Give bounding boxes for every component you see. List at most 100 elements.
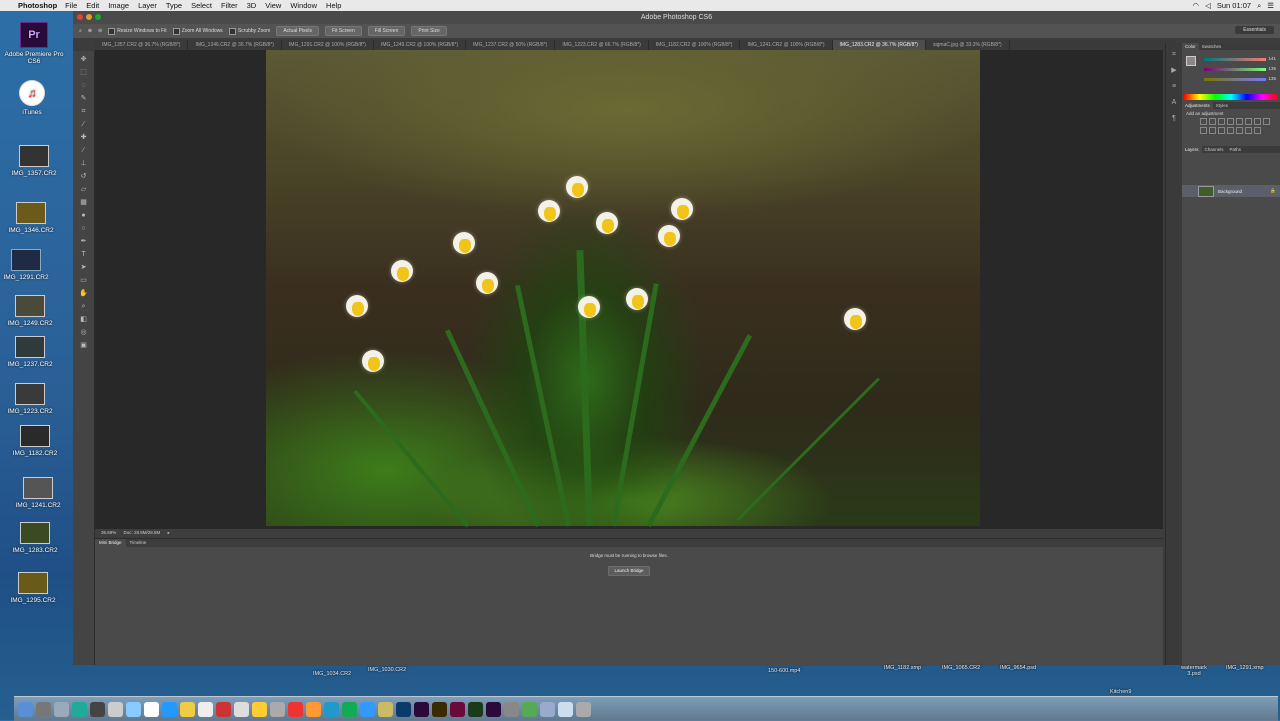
app-icon[interactable] <box>198 701 213 717</box>
zoom-all-checkbox[interactable] <box>172 27 180 35</box>
document-tab[interactable]: IMG_1357.CR2 @ 36.7% (RGB/8*) <box>95 40 189 50</box>
scrubby-zoom-option[interactable]: Scrubby Zoom <box>228 27 270 35</box>
zoom-in-icon[interactable]: ⊕ <box>88 28 92 34</box>
balance-icon[interactable] <box>1254 118 1261 125</box>
zoom-tool-icon[interactable]: ⌕ <box>79 28 82 34</box>
app-icon[interactable] <box>126 701 141 717</box>
desktop-file[interactable]: IMG_1030.CR2 <box>368 667 406 673</box>
mission-control-icon[interactable] <box>54 701 69 717</box>
history-icon[interactable]: ⌗ <box>1169 51 1179 59</box>
menu-filter[interactable]: Filter <box>221 0 238 11</box>
finder-icon[interactable] <box>18 701 33 717</box>
actual-pixels-button[interactable]: Actual Pixels <box>276 26 319 36</box>
desktop-icon-img1346[interactable]: IMG_1346.CR2 <box>1 202 61 234</box>
layer-row-background[interactable]: Background 🔒 <box>1182 185 1280 197</box>
desktop-icon-img1291[interactable]: IMG_1291.CR2 <box>0 249 56 281</box>
tab-layers[interactable]: Layers <box>1182 146 1202 153</box>
eyedropper-tool-icon[interactable]: ⁄ <box>78 120 90 129</box>
skype-icon[interactable] <box>360 701 375 717</box>
crop-tool-icon[interactable]: ⌗ <box>78 107 90 116</box>
desktop-icon-img1283[interactable]: IMG_1283.CR2 <box>5 522 65 554</box>
premiere-icon[interactable] <box>486 701 501 717</box>
wifi-icon[interactable]: ◠ <box>1193 0 1200 11</box>
desktop-icon-premiere[interactable]: Pr Adobe Premiere Pro CS6 <box>4 22 64 65</box>
document-tab[interactable]: IMG_1249.CR2 @ 100% (RGB/8*) <box>374 40 467 50</box>
selective-color-icon[interactable] <box>1254 127 1261 134</box>
path-select-tool-icon[interactable]: ➤ <box>78 263 90 272</box>
desktop-file[interactable]: IMG_9654.psd <box>1000 665 1036 671</box>
clock[interactable]: Sun 01:07 <box>1217 0 1251 11</box>
blur-tool-icon[interactable]: ● <box>78 211 90 220</box>
document-canvas-area[interactable] <box>95 50 1163 529</box>
app-icon[interactable] <box>540 701 555 717</box>
document-tab[interactable]: IMG_1346.CR2 @ 36.7% (RGB/8*) <box>188 40 282 50</box>
move-tool-icon[interactable]: ✥ <box>78 55 90 64</box>
fill-screen-button[interactable]: Fill Screen <box>367 26 406 36</box>
zoom-level[interactable]: 36.69% <box>101 530 116 535</box>
desktop-file[interactable]: 150-600.mp4 <box>768 668 800 674</box>
pen-tool-icon[interactable]: ✒ <box>78 237 90 246</box>
levels-icon[interactable] <box>1209 118 1216 125</box>
vibrance-icon[interactable] <box>1236 118 1243 125</box>
desktop-file[interactable]: watermark 3.psd <box>1174 665 1214 677</box>
tab-timeline[interactable]: Timeline <box>126 539 151 547</box>
downloads-icon[interactable] <box>558 701 573 717</box>
app-icon[interactable] <box>342 701 357 717</box>
type-tool-icon[interactable]: T <box>78 250 90 259</box>
document-tab[interactable]: IMG_1291.CR2 @ 100% (RGB/8*) <box>282 40 374 50</box>
minimize-icon[interactable] <box>86 14 92 20</box>
photoshop-icon[interactable] <box>396 701 411 717</box>
desktop-icon-img1223[interactable]: IMG_1223.CR2 <box>0 383 60 415</box>
gradient-map-icon[interactable] <box>1245 127 1252 134</box>
scrubby-zoom-checkbox[interactable] <box>228 27 236 35</box>
launch-bridge-button[interactable]: Launch Bridge <box>608 566 650 576</box>
app-icon[interactable] <box>378 701 393 717</box>
menu-edit[interactable]: Edit <box>86 0 99 11</box>
app-icon[interactable] <box>522 701 537 717</box>
zoom-tool-icon[interactable]: ⌕ <box>78 302 90 311</box>
green-slider[interactable] <box>1204 68 1266 71</box>
desktop-file[interactable]: IMG_1291.xmp <box>1226 665 1264 671</box>
dodge-tool-icon[interactable]: ○ <box>78 224 90 233</box>
healing-tool-icon[interactable]: ✚ <box>78 133 90 142</box>
app-icon[interactable] <box>108 701 123 717</box>
shape-tool-icon[interactable]: ▭ <box>78 276 90 285</box>
status-arrow-icon[interactable]: ▸ <box>168 530 170 535</box>
tab-swatches[interactable]: Swatches <box>1199 43 1225 50</box>
document-tab[interactable]: IMG_1241.CR2 @ 100% (RGB/8*) <box>740 40 833 50</box>
color-swatch-icon[interactable]: ◧ <box>78 315 90 324</box>
brush-tool-icon[interactable]: ⁄ <box>78 146 90 155</box>
launchpad-icon[interactable] <box>36 701 51 717</box>
menu-layer[interactable]: Layer <box>138 0 157 11</box>
color-spectrum[interactable] <box>1184 94 1278 100</box>
calendar-icon[interactable] <box>216 701 231 717</box>
document-tab[interactable]: IMG_1237.CR2 @ 50% (RGB/8*) <box>466 40 556 50</box>
menu-select[interactable]: Select <box>191 0 212 11</box>
desktop-icon-img1357[interactable]: IMG_1357.CR2 <box>4 145 64 177</box>
zoom-all-option[interactable]: Zoom All Windows <box>172 27 223 35</box>
menu-file[interactable]: File <box>65 0 77 11</box>
illustrator-icon[interactable] <box>432 701 447 717</box>
desktop-file[interactable]: Kitchen9 <box>1110 689 1131 695</box>
list-icon[interactable]: ☰ <box>1267 0 1274 11</box>
eraser-tool-icon[interactable]: ▱ <box>78 185 90 194</box>
tab-styles[interactable]: Styles <box>1213 102 1231 109</box>
gradient-tool-icon[interactable]: ▦ <box>78 198 90 207</box>
zoom-out-icon[interactable]: ⊖ <box>98 28 102 34</box>
photo-filter-icon[interactable] <box>1200 127 1207 134</box>
desktop-icon-img1241[interactable]: IMG_1241.CR2 <box>8 477 68 509</box>
chrome-icon[interactable] <box>144 701 159 717</box>
blue-value[interactable]: 135 <box>1268 76 1276 81</box>
trash-icon[interactable] <box>576 701 591 717</box>
app-icon[interactable] <box>162 701 177 717</box>
character-icon[interactable]: A <box>1169 99 1179 107</box>
after-effects-icon[interactable] <box>414 701 429 717</box>
brightness-icon[interactable] <box>1200 118 1207 125</box>
tab-channels[interactable]: Channels <box>1202 146 1227 153</box>
red-slider[interactable] <box>1204 58 1266 61</box>
app-icon[interactable] <box>306 701 321 717</box>
app-icon[interactable] <box>90 701 105 717</box>
screen-mode-icon[interactable]: ▣ <box>78 341 90 350</box>
hand-tool-icon[interactable]: ✋ <box>78 289 90 298</box>
workspace-switcher[interactable]: Essentials <box>1235 26 1274 34</box>
